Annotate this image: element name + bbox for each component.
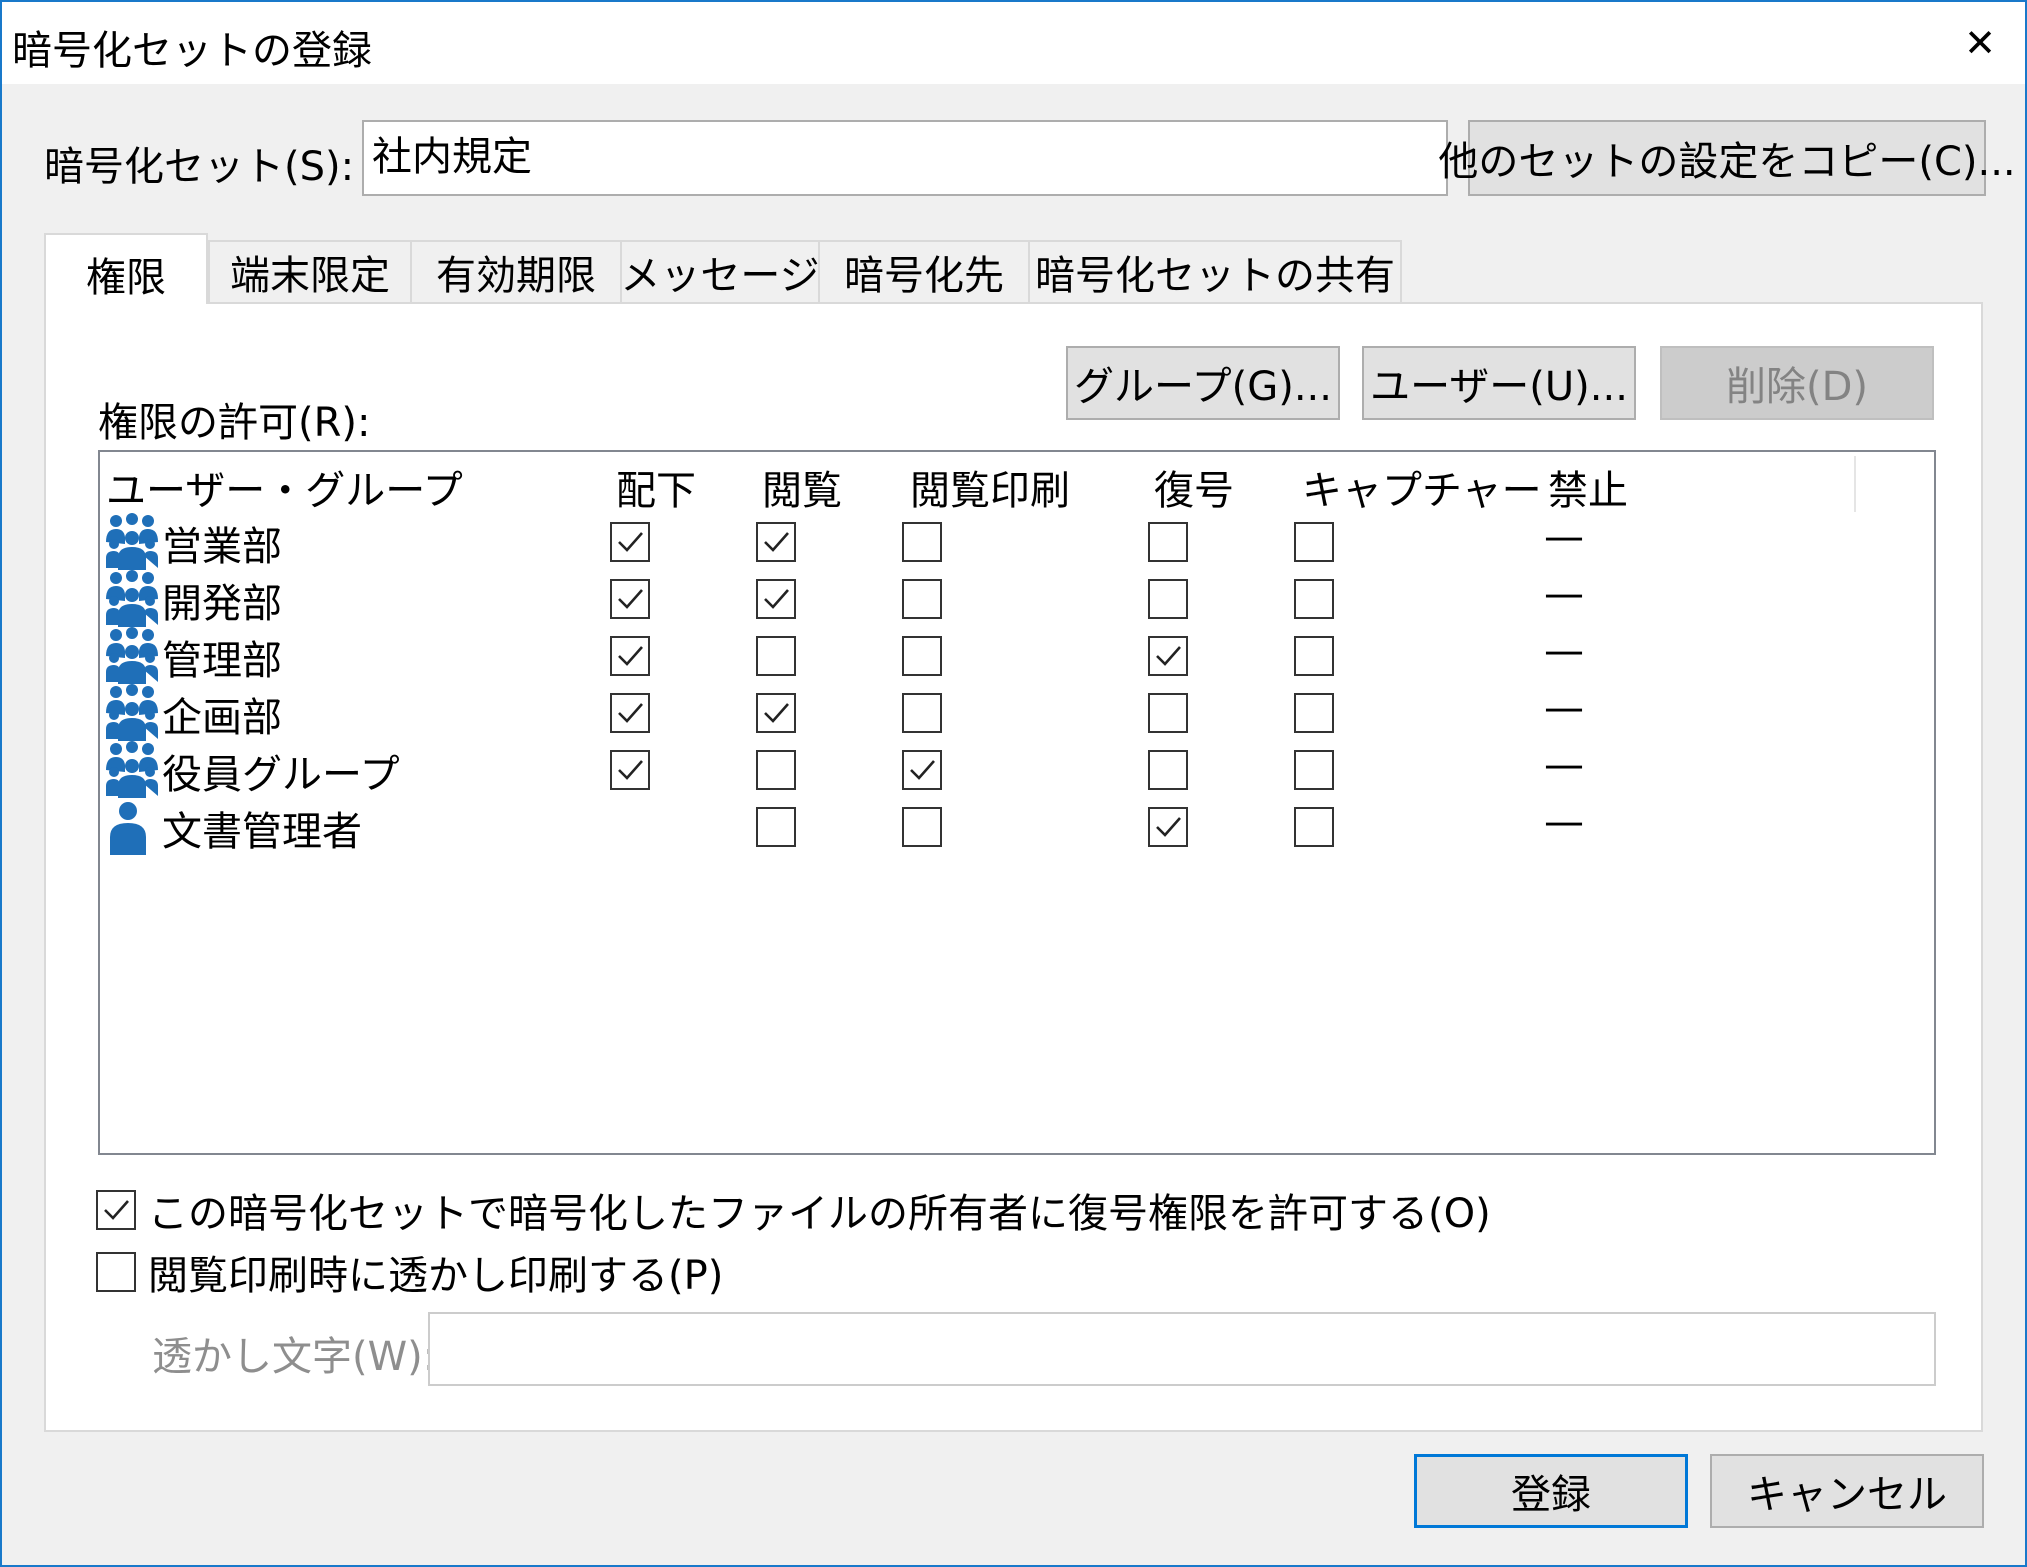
owner-decrypt-checkbox[interactable] xyxy=(96,1190,136,1230)
delete-button[interactable]: 削除(D) xyxy=(1660,346,1934,420)
column-header-capture[interactable]: キャプチャー xyxy=(1302,458,1542,516)
fukugo-checkbox[interactable] xyxy=(1148,579,1188,619)
owner-decrypt-option[interactable]: この暗号化セットで暗号化したファイルの所有者に復号権限を許可する(O) xyxy=(96,1188,1491,1237)
insatsu-checkbox[interactable] xyxy=(902,579,942,619)
close-button[interactable]: ✕ xyxy=(1935,2,2025,84)
row-name: 文書管理者 xyxy=(162,809,362,855)
watermark-text-input[interactable] xyxy=(428,1312,1936,1386)
permissions-label: 権限の許可(R): xyxy=(98,400,371,446)
row-name: 営業部 xyxy=(162,524,282,570)
kinshi-value: — xyxy=(1544,742,1584,788)
user-icon xyxy=(104,797,160,857)
fukugo-checkbox[interactable] xyxy=(1148,807,1188,847)
group-icon xyxy=(104,740,160,800)
haika-checkbox[interactable] xyxy=(610,750,650,790)
etsuran-checkbox[interactable] xyxy=(756,636,796,676)
table-row[interactable]: 管理部 — xyxy=(100,626,1934,686)
column-header-etsuran-insatsu[interactable]: 閲覧印刷 xyxy=(910,458,1070,516)
set-name-input[interactable]: 社内規定 xyxy=(362,120,1448,196)
etsuran-checkbox[interactable] xyxy=(756,522,796,562)
capture-checkbox[interactable] xyxy=(1294,693,1334,733)
etsuran-checkbox[interactable] xyxy=(756,807,796,847)
window-title: 暗号化セットの登録 xyxy=(12,28,372,74)
column-header-kinshi[interactable]: 禁止 xyxy=(1548,458,1628,516)
title-bar: 暗号化セットの登録 ✕ xyxy=(2,2,2025,84)
header-separator xyxy=(1854,456,1856,512)
tab-encrypt-target[interactable]: 暗号化先 xyxy=(818,240,1030,302)
register-button[interactable]: 登録 xyxy=(1414,1454,1688,1528)
kinshi-value: — xyxy=(1544,799,1584,845)
set-name-value: 社内規定 xyxy=(372,134,532,180)
row-name: 開発部 xyxy=(162,581,282,627)
watermark-print-checkbox[interactable] xyxy=(96,1252,136,1292)
etsuran-checkbox[interactable] xyxy=(756,579,796,619)
watermark-print-label: 閲覧印刷時に透かし印刷する(P) xyxy=(148,1253,724,1299)
kinshi-value: — xyxy=(1544,514,1584,560)
capture-checkbox[interactable] xyxy=(1294,636,1334,676)
haika-checkbox[interactable] xyxy=(610,693,650,733)
etsuran-checkbox[interactable] xyxy=(756,750,796,790)
group-icon xyxy=(104,512,160,572)
etsuran-checkbox[interactable] xyxy=(756,693,796,733)
capture-checkbox[interactable] xyxy=(1294,522,1334,562)
column-header-user-group[interactable]: ユーザー・グループ xyxy=(106,458,463,516)
permissions-list[interactable]: ユーザー・グループ 配下 閲覧 閲覧印刷 復号 キャプチャー 禁止 営業部 — 開発… xyxy=(98,450,1936,1155)
insatsu-checkbox[interactable] xyxy=(902,807,942,847)
capture-checkbox[interactable] xyxy=(1294,807,1334,847)
haika-checkbox[interactable] xyxy=(610,579,650,619)
group-icon xyxy=(104,626,160,686)
insatsu-checkbox[interactable] xyxy=(902,636,942,676)
row-name: 管理部 xyxy=(162,638,282,684)
tab-message[interactable]: メッセージ xyxy=(620,240,820,302)
add-group-button[interactable]: グループ(G)... xyxy=(1066,346,1340,420)
fukugo-checkbox[interactable] xyxy=(1148,750,1188,790)
haika-checkbox[interactable] xyxy=(610,522,650,562)
row-name: 企画部 xyxy=(162,695,282,741)
kinshi-value: — xyxy=(1544,571,1584,617)
capture-checkbox[interactable] xyxy=(1294,579,1334,619)
tab-device-limit[interactable]: 端末限定 xyxy=(208,240,412,302)
table-row[interactable]: 企画部 — xyxy=(100,683,1934,743)
tab-set-sharing[interactable]: 暗号化セットの共有 xyxy=(1028,240,1402,302)
owner-decrypt-label: この暗号化セットで暗号化したファイルの所有者に復号権限を許可する(O) xyxy=(148,1191,1491,1237)
column-header-fukugo[interactable]: 復号 xyxy=(1154,458,1234,516)
group-icon xyxy=(104,569,160,629)
close-icon: ✕ xyxy=(1964,21,1996,65)
kinshi-value: — xyxy=(1544,685,1584,731)
haika-checkbox[interactable] xyxy=(610,636,650,676)
tab-expiry[interactable]: 有効期限 xyxy=(410,240,622,302)
insatsu-checkbox[interactable] xyxy=(902,693,942,733)
table-row[interactable]: 文書管理者 — xyxy=(100,799,1934,856)
watermark-print-option[interactable]: 閲覧印刷時に透かし印刷する(P) xyxy=(96,1250,723,1299)
fukugo-checkbox[interactable] xyxy=(1148,522,1188,562)
insatsu-checkbox[interactable] xyxy=(902,522,942,562)
cancel-button[interactable]: キャンセル xyxy=(1710,1454,1984,1528)
watermark-text-label: 透かし文字(W): xyxy=(152,1334,437,1380)
kinshi-value: — xyxy=(1544,628,1584,674)
fukugo-checkbox[interactable] xyxy=(1148,636,1188,676)
table-row[interactable]: 役員グループ — xyxy=(100,740,1934,800)
group-icon xyxy=(104,683,160,743)
fukugo-checkbox[interactable] xyxy=(1148,693,1188,733)
table-row[interactable]: 開発部 — xyxy=(100,569,1934,629)
copy-settings-button[interactable]: 他のセットの設定をコピー(C)... xyxy=(1438,120,2016,196)
column-header-haika[interactable]: 配下 xyxy=(616,458,696,516)
column-header-etsuran[interactable]: 閲覧 xyxy=(762,458,842,516)
tab-permissions[interactable]: 権限 xyxy=(44,233,208,304)
add-user-button[interactable]: ユーザー(U)... xyxy=(1362,346,1636,420)
dialog-window: 暗号化セットの登録 ✕ 暗号化セット(S): 社内規定 他のセットの設定をコピー… xyxy=(0,0,2027,1567)
capture-checkbox[interactable] xyxy=(1294,750,1334,790)
row-name: 役員グループ xyxy=(162,752,400,798)
set-label: 暗号化セット(S): xyxy=(44,144,355,190)
table-row[interactable]: 営業部 — xyxy=(100,512,1934,572)
insatsu-checkbox[interactable] xyxy=(902,750,942,790)
